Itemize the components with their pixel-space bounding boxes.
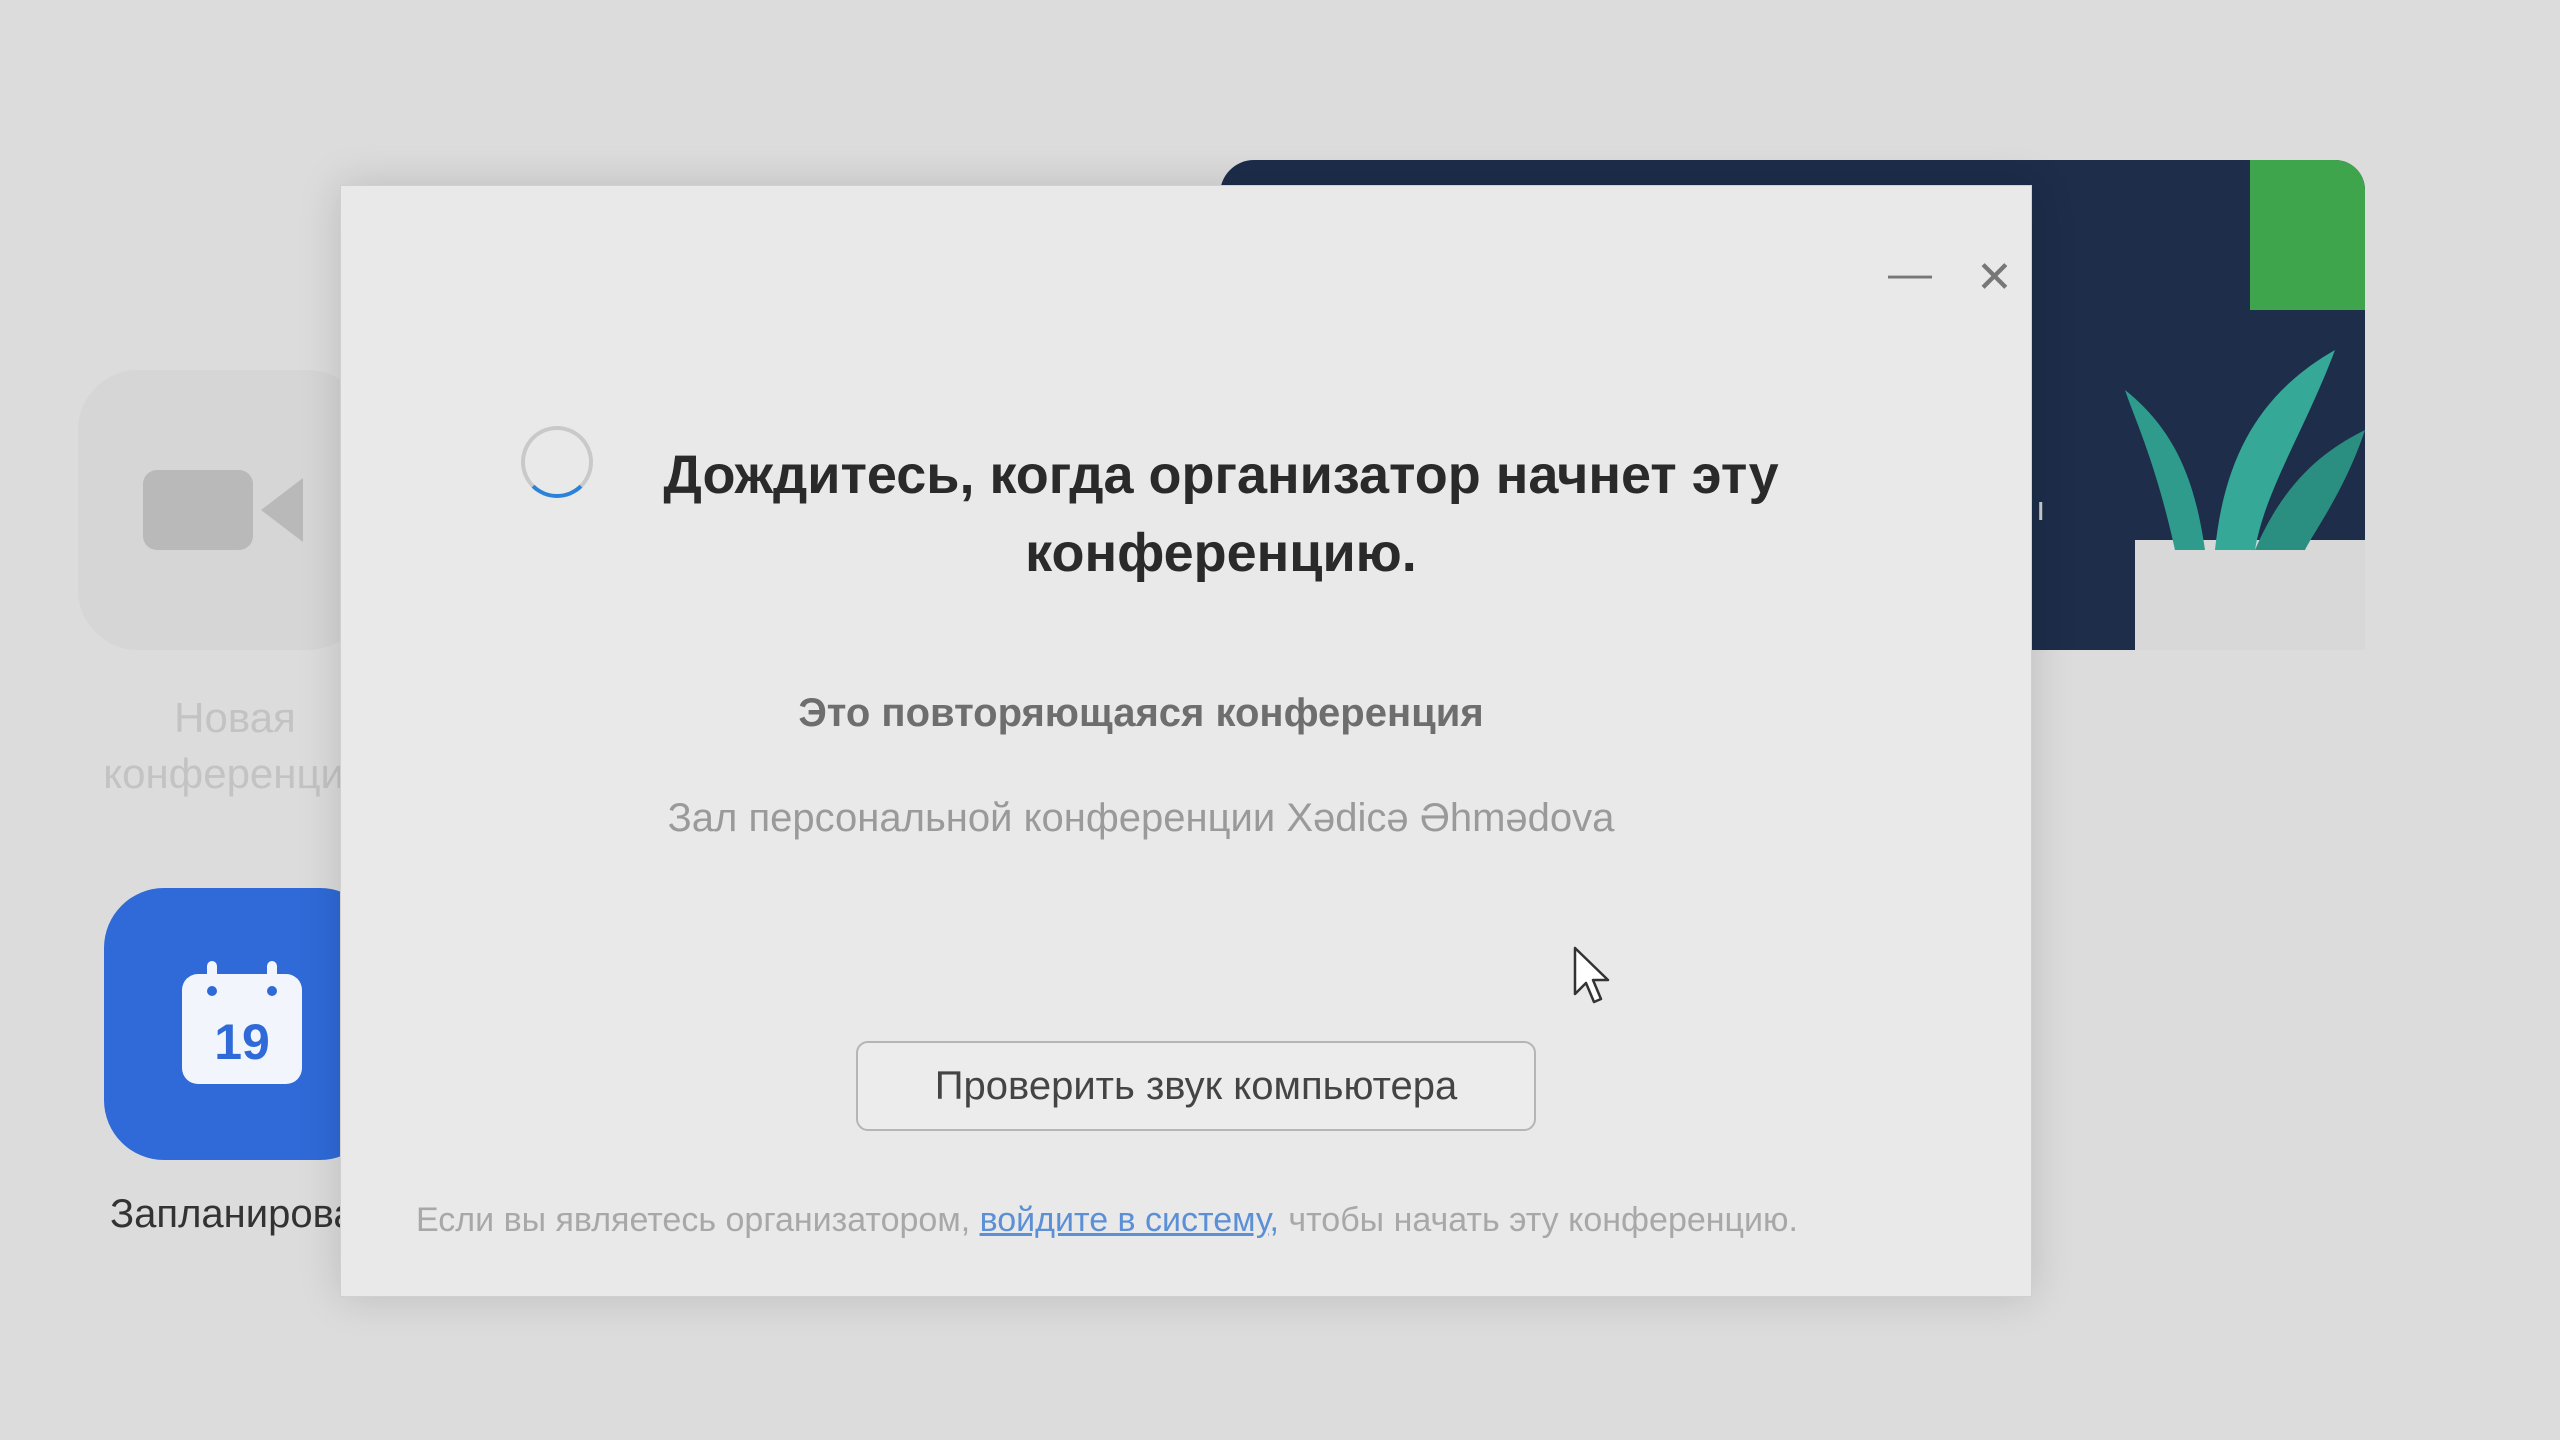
schedule-button[interactable]: 19 [104,888,380,1160]
calendar-icon: 19 [182,961,302,1084]
test-computer-audio-button[interactable]: Проверить звук компьютера [856,1041,1536,1131]
waiting-for-host-dialog: — ✕ Дождитесь, когда организатор начнет … [340,185,2032,1297]
close-icon[interactable]: ✕ [1976,256,2013,300]
hint-text-after: чтобы начать эту конференцию. [1278,1201,1798,1239]
new-meeting-button[interactable] [78,370,368,650]
loading-spinner-icon [521,426,593,498]
banner-text: ı [2036,490,2046,528]
banner-green-block [2250,160,2365,310]
calendar-day: 19 [214,1014,270,1070]
sign-in-link[interactable]: войдите в систему, [980,1201,1279,1239]
minimize-icon[interactable]: — [1888,252,1932,296]
dialog-title: Дождитесь, когда организатор начнет эту … [663,445,1779,583]
video-camera-icon [143,470,303,550]
mouse-cursor-icon [1573,946,1610,1004]
meeting-room-name: Зал персональной конференции Xədicə Əhmə… [667,796,1615,840]
recurring-meeting-note: Это повторяющаяся конференция [798,691,1484,735]
hint-text-before: Если вы являетесь организатором, [416,1201,980,1239]
host-sign-in-hint: Если вы являетесь организатором, войдите… [416,1201,2016,1240]
plant-illustration [2125,350,2365,650]
